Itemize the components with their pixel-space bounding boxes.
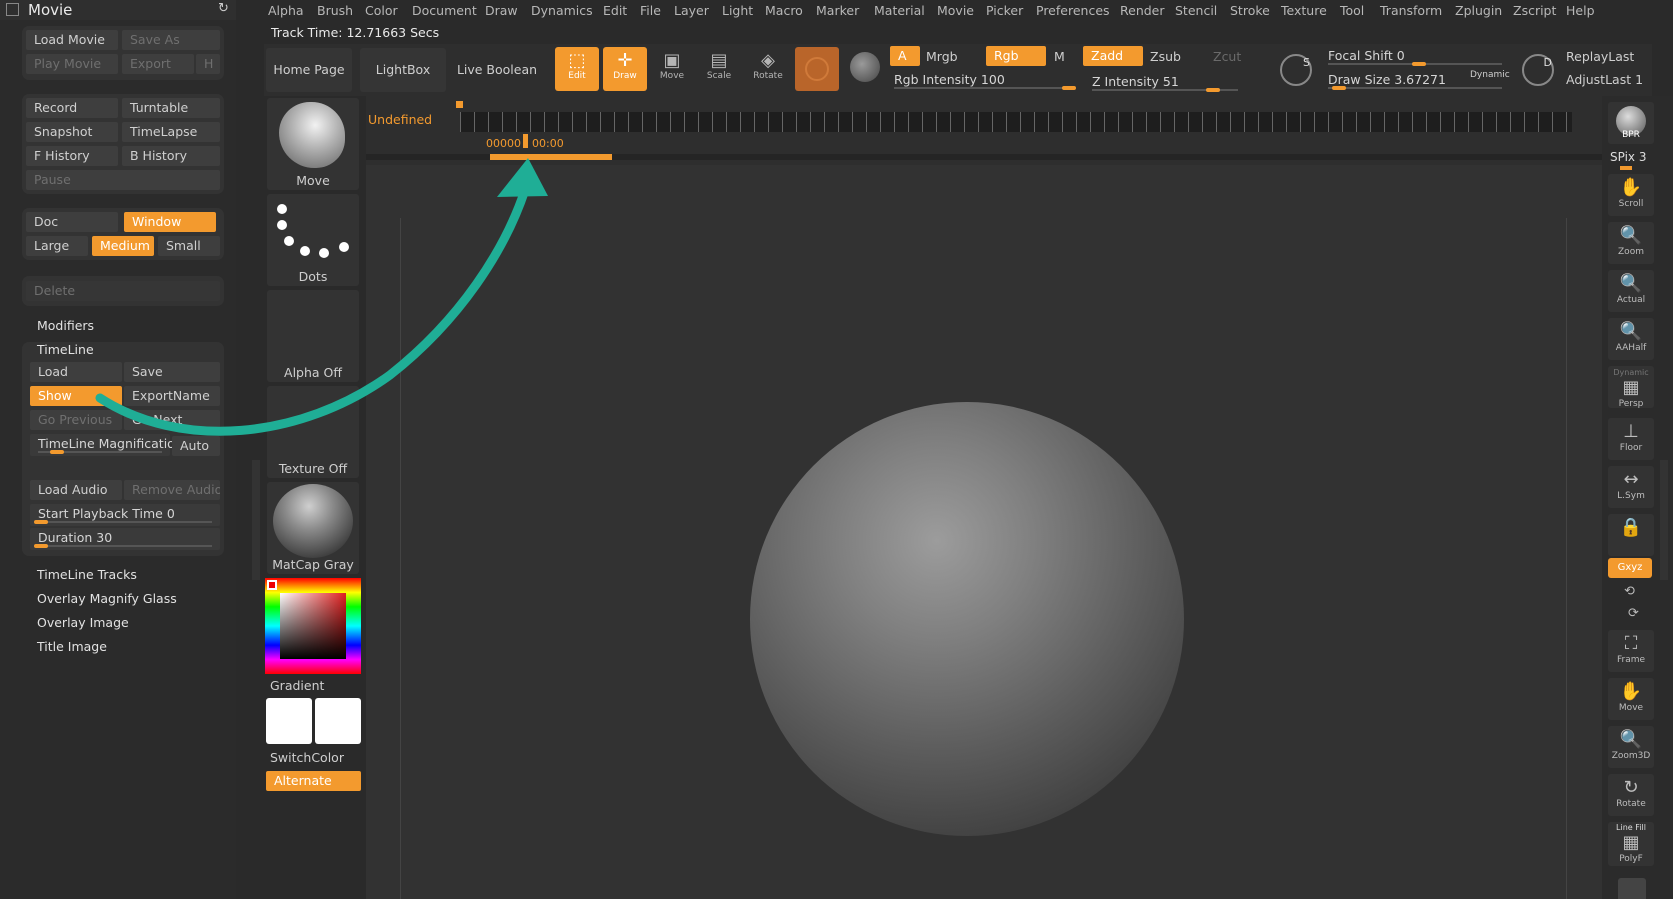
- arrow-curve: [95, 185, 530, 436]
- arrowhead-icon: [497, 158, 548, 197]
- annotation-arrow: [95, 158, 548, 436]
